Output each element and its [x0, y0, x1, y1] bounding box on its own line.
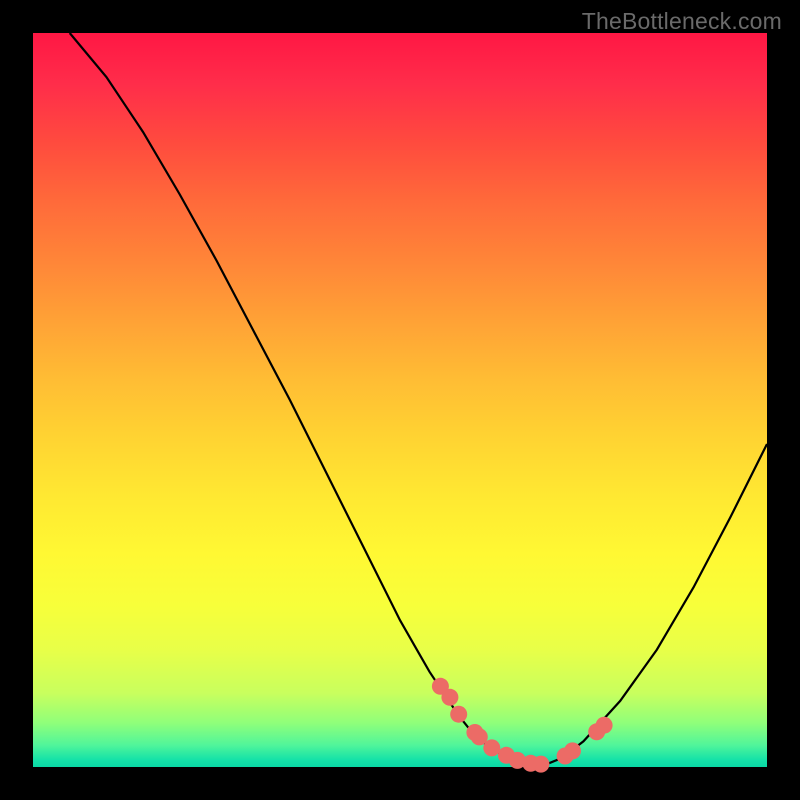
watermark-text: TheBottleneck.com	[582, 8, 782, 35]
data-point	[596, 717, 613, 734]
data-point	[564, 742, 581, 759]
data-point	[483, 739, 500, 756]
data-point	[450, 706, 467, 723]
data-point	[441, 689, 458, 706]
chart-container: TheBottleneck.com	[0, 0, 800, 800]
bottleneck-curve	[33, 33, 767, 767]
plot-area	[33, 33, 767, 767]
data-point	[532, 756, 549, 773]
